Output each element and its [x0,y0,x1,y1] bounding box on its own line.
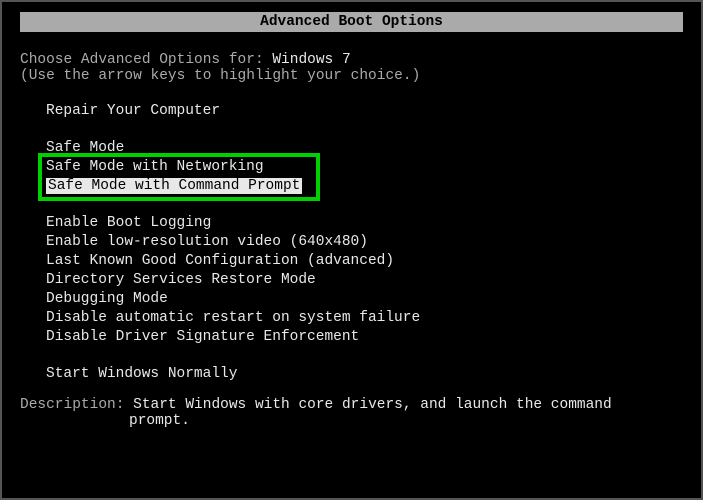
option-debugging-mode[interactable]: Debugging Mode [46,290,683,308]
option-low-resolution-video[interactable]: Enable low-resolution video (640x480) [46,233,683,251]
prompt-prefix: Choose Advanced Options for: [20,52,272,68]
option-safe-mode-networking[interactable]: Safe Mode with Networking [46,158,683,176]
description-text-line2: prompt. [129,413,190,429]
option-label: Safe Mode with Command Prompt [46,178,302,194]
option-last-known-good[interactable]: Last Known Good Configuration (advanced) [46,252,683,270]
description: Description: Start Windows with core dri… [20,397,683,429]
option-enable-boot-logging[interactable]: Enable Boot Logging [46,214,683,232]
option-safe-mode-command-prompt[interactable]: Safe Mode with Command Prompt [46,177,683,195]
option-start-normally[interactable]: Start Windows Normally [46,365,683,383]
os-name: Windows 7 [272,52,350,68]
option-repair-your-computer[interactable]: Repair Your Computer [46,102,683,120]
option-disable-driver-signature[interactable]: Disable Driver Signature Enforcement [46,328,683,346]
option-safe-mode[interactable]: Safe Mode [46,139,683,157]
hint-line: (Use the arrow keys to highlight your ch… [20,68,683,84]
option-directory-services-restore[interactable]: Directory Services Restore Mode [46,271,683,289]
option-disable-auto-restart[interactable]: Disable automatic restart on system fail… [46,309,683,327]
description-label: Description: [20,397,133,413]
description-text-line1: Start Windows with core drivers, and lau… [133,397,612,413]
title-bar: Advanced Boot Options [20,12,683,32]
boot-options-list: Repair Your Computer Safe Mode Safe Mode… [46,102,683,383]
prompt-line: Choose Advanced Options for: Windows 7 [20,52,683,68]
page-title: Advanced Boot Options [260,14,443,30]
